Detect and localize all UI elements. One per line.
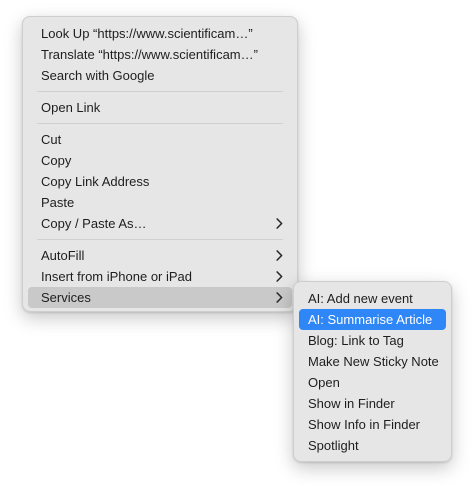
menu-item-label: Copy (41, 153, 72, 168)
menu-item-label: Make New Sticky Note (308, 354, 439, 369)
chevron-right-icon (274, 266, 284, 287)
submenu-item-spotlight[interactable]: Spotlight (299, 435, 446, 456)
menu-item-label: Copy / Paste As… (41, 216, 147, 231)
chevron-right-icon (274, 245, 284, 266)
menu-item-label: Paste (41, 195, 75, 210)
menu-item-label: Spotlight (308, 438, 359, 453)
menu-item-label: Blog: Link to Tag (308, 333, 404, 348)
menu-item-label: Copy Link Address (41, 174, 150, 189)
menu-separator (37, 239, 283, 240)
menu-item-translate[interactable]: Translate “https://www.scientificam…” (28, 44, 292, 65)
submenu-item-ai-add-new-event[interactable]: AI: Add new event (299, 288, 446, 309)
menu-item-label: Search with Google (41, 68, 155, 83)
menu-item-label: Open Link (41, 100, 101, 115)
menu-item-label: AI: Summarise Article (308, 312, 433, 327)
menu-item-autofill[interactable]: AutoFill (28, 245, 292, 266)
menu-item-copy-paste-as[interactable]: Copy / Paste As… (28, 213, 292, 234)
menu-item-copy-link-address[interactable]: Copy Link Address (28, 171, 292, 192)
menu-item-label: Translate “https://www.scientificam…” (41, 47, 258, 62)
menu-item-copy[interactable]: Copy (28, 150, 292, 171)
menu-item-look-up[interactable]: Look Up “https://www.scientificam…” (28, 23, 292, 44)
menu-item-services[interactable]: Services (28, 287, 292, 308)
menu-item-label: AutoFill (41, 248, 85, 263)
submenu-item-show-info-in-finder[interactable]: Show Info in Finder (299, 414, 446, 435)
menu-item-label: Insert from iPhone or iPad (41, 269, 193, 284)
submenu-item-blog-link-to-tag[interactable]: Blog: Link to Tag (299, 330, 446, 351)
menu-item-label: Look Up “https://www.scientificam…” (41, 26, 253, 41)
menu-separator (37, 123, 283, 124)
menu-item-cut[interactable]: Cut (28, 129, 292, 150)
services-submenu: AI: Add new event AI: Summarise Article … (293, 281, 452, 462)
menu-separator (37, 91, 283, 92)
submenu-item-ai-summarise-article[interactable]: AI: Summarise Article (299, 309, 446, 330)
menu-item-paste[interactable]: Paste (28, 192, 292, 213)
submenu-item-open[interactable]: Open (299, 372, 446, 393)
menu-item-label: Show in Finder (308, 396, 395, 411)
submenu-item-show-in-finder[interactable]: Show in Finder (299, 393, 446, 414)
menu-item-label: Services (41, 290, 91, 305)
menu-item-open-link[interactable]: Open Link (28, 97, 292, 118)
menu-item-insert-from-iphone[interactable]: Insert from iPhone or iPad (28, 266, 292, 287)
menu-item-label: Open (308, 375, 340, 390)
menu-item-label: Show Info in Finder (308, 417, 421, 432)
submenu-item-make-new-sticky-note[interactable]: Make New Sticky Note (299, 351, 446, 372)
chevron-right-icon (274, 287, 284, 308)
chevron-right-icon (274, 213, 284, 234)
menu-item-label: Cut (41, 132, 62, 147)
context-menu: Look Up “https://www.scientificam…” Tran… (22, 16, 298, 312)
menu-item-search-with-google[interactable]: Search with Google (28, 65, 292, 86)
menu-item-label: AI: Add new event (308, 291, 413, 306)
